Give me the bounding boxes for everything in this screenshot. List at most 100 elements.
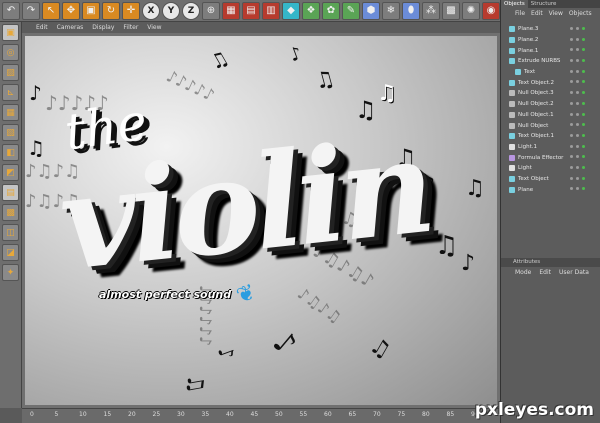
world-axis-icon[interactable]: ✛ xyxy=(122,1,140,20)
music-note-icon: ♫ xyxy=(180,371,209,396)
animation-mode-icon[interactable]: ▤ xyxy=(2,184,19,201)
tweak-mode-icon[interactable]: ◩ xyxy=(2,164,19,181)
visibility-dots[interactable] xyxy=(570,59,586,63)
scale-icon[interactable]: ▣ xyxy=(82,1,100,20)
object-row[interactable]: Null Object.1 xyxy=(501,110,600,121)
visibility-dots[interactable] xyxy=(570,155,586,159)
render-settings-icon[interactable]: ▥ xyxy=(262,1,280,20)
object-name: Text Object.2 xyxy=(518,79,555,86)
object-mode-icon[interactable]: ◎ xyxy=(2,44,19,61)
model-mode-icon[interactable]: ▣ xyxy=(2,24,19,41)
tab-structure[interactable]: Structure xyxy=(528,0,560,8)
visibility-dots[interactable] xyxy=(570,176,586,180)
object-row[interactable]: Extrude NURBS xyxy=(501,56,600,67)
visibility-dots[interactable] xyxy=(570,37,586,41)
viewport-menu-filter[interactable]: Filter xyxy=(123,24,138,31)
viewport-menu-edit[interactable]: Edit xyxy=(36,24,48,31)
visibility-dots[interactable] xyxy=(570,112,586,116)
deformer-icon[interactable]: ⬢ xyxy=(362,1,380,20)
timeline[interactable]: 0 5 10 15 20 25 30 35 40 45 50 55 60 65 70 75 80 85 90 xyxy=(22,408,500,423)
tagline-text: almost perfect sound xyxy=(99,288,232,301)
subdivision-icon[interactable]: ❖ xyxy=(302,1,320,20)
object-row[interactable]: Null Object.3 xyxy=(501,88,600,99)
generator-icon[interactable]: ✿ xyxy=(322,1,340,20)
object-row[interactable]: Text Object.1 xyxy=(501,131,600,142)
render-view-icon[interactable]: ▦ xyxy=(222,1,240,20)
edges-mode-icon[interactable]: ▧ xyxy=(2,124,19,141)
particles-icon[interactable]: ⁂ xyxy=(422,1,440,20)
object-name: Plane.2 xyxy=(518,37,539,44)
object-row[interactable]: Plane.3 xyxy=(501,24,600,35)
panel-menu-objects[interactable]: Objects xyxy=(569,10,592,17)
snowflake-icon[interactable]: ❄ xyxy=(382,1,400,20)
object-name: Formula Effector xyxy=(518,154,564,161)
points-mode-icon[interactable]: ▦ xyxy=(2,104,19,121)
timeline-tick: 30 xyxy=(177,411,185,418)
polygons-mode-icon[interactable]: ◧ xyxy=(2,144,19,161)
panel-menu-edit[interactable]: Edit xyxy=(531,10,543,17)
object-row[interactable]: Null Object xyxy=(501,120,600,131)
timeline-tick: 5 xyxy=(54,411,59,418)
visibility-dots[interactable] xyxy=(570,48,586,52)
cube-icon[interactable]: ◆ xyxy=(282,1,300,20)
environment-icon[interactable]: ⬮ xyxy=(402,1,420,20)
visibility-dots[interactable] xyxy=(570,133,586,137)
viewport-menu-cameras[interactable]: Cameras xyxy=(57,24,84,31)
viewport-menu-view[interactable]: View xyxy=(147,24,161,31)
select-arrow-icon[interactable]: ↖ xyxy=(42,1,60,20)
object-row[interactable]: Plane xyxy=(501,184,600,195)
camera-icon[interactable]: ▩ xyxy=(442,1,460,20)
object-type-icon xyxy=(509,111,515,118)
render-picture-viewer-icon[interactable]: ▤ xyxy=(242,1,260,20)
x-axis-button[interactable]: X xyxy=(142,1,160,20)
spline-pen-icon[interactable]: ✎ xyxy=(342,1,360,20)
rotate-icon[interactable]: ↻ xyxy=(102,1,120,20)
panel-menu-view[interactable]: View xyxy=(549,10,563,17)
object-row[interactable]: Plane.1 xyxy=(501,45,600,56)
move-icon[interactable]: ✥ xyxy=(62,1,80,20)
left-toolbar: ▣ ◎ ▨ ⊾ ▦ ▧ ◧ ◩ ▤ ▩ ◫ ◪ ✦ xyxy=(0,22,22,408)
visibility-dots[interactable] xyxy=(570,187,586,191)
panel-menu-file[interactable]: File xyxy=(515,10,525,17)
axis-mode-icon[interactable]: ⊾ xyxy=(2,84,19,101)
attributes-menu-user-data[interactable]: User Data xyxy=(559,269,589,276)
object-row[interactable]: Plane.2 xyxy=(501,35,600,46)
visibility-dots[interactable] xyxy=(570,27,586,30)
visibility-dots[interactable] xyxy=(570,165,586,169)
music-note-icon: ♫ xyxy=(435,231,459,261)
music-note-icon: ♪♫♪♫ xyxy=(293,283,346,328)
visibility-dots[interactable] xyxy=(570,123,586,127)
3d-viewport[interactable]: ♫ ♪ ♫ ♫ ♫ ♫ ♪ ♫ ♫ ♪ ♫ ♪ ♫ ♪ ♪ ♫ ♪♪♪♪♪ ♪♫… xyxy=(22,33,500,408)
attributes-header: Attributes xyxy=(501,258,600,267)
attributes-menu-mode[interactable]: Mode xyxy=(515,269,531,276)
coordinate-system-icon[interactable]: ⊕ xyxy=(202,1,220,20)
object-row[interactable]: Formula Effector xyxy=(501,152,600,163)
object-row[interactable]: Null Object.2 xyxy=(501,99,600,110)
tab-objects[interactable]: Objects xyxy=(501,0,528,8)
undo-icon[interactable]: ↶ xyxy=(2,1,20,20)
y-axis-button[interactable]: Y xyxy=(162,1,180,20)
attributes-menu-edit[interactable]: Edit xyxy=(539,269,551,276)
object-type-icon xyxy=(509,79,515,86)
visibility-dots[interactable] xyxy=(570,144,586,148)
visibility-dots[interactable] xyxy=(570,69,586,73)
visibility-dots[interactable] xyxy=(570,80,586,84)
object-row[interactable]: Light.1 xyxy=(501,142,600,153)
z-axis-button[interactable]: Z xyxy=(182,1,200,20)
light-icon[interactable]: ✺ xyxy=(462,1,480,20)
workplane-icon[interactable]: ◪ xyxy=(2,244,19,261)
redo-icon[interactable]: ↷ xyxy=(22,1,40,20)
grid-icon[interactable]: ▩ xyxy=(2,204,19,221)
object-row[interactable]: Text Object xyxy=(501,174,600,185)
texture-mode-icon[interactable]: ▨ xyxy=(2,64,19,81)
object-row[interactable]: Text xyxy=(501,67,600,78)
visibility-dots[interactable] xyxy=(570,101,586,105)
visibility-dots[interactable] xyxy=(570,91,586,95)
object-row[interactable]: Text Object.2 xyxy=(501,77,600,88)
viewport-menu-display[interactable]: Display xyxy=(92,24,114,31)
object-row[interactable]: Light xyxy=(501,163,600,174)
butterfly-icon: ❦ xyxy=(233,279,260,310)
snap-icon[interactable]: ◫ xyxy=(2,224,19,241)
tag-icon[interactable]: ◉ xyxy=(482,1,500,20)
sculpt-icon[interactable]: ✦ xyxy=(2,264,19,281)
